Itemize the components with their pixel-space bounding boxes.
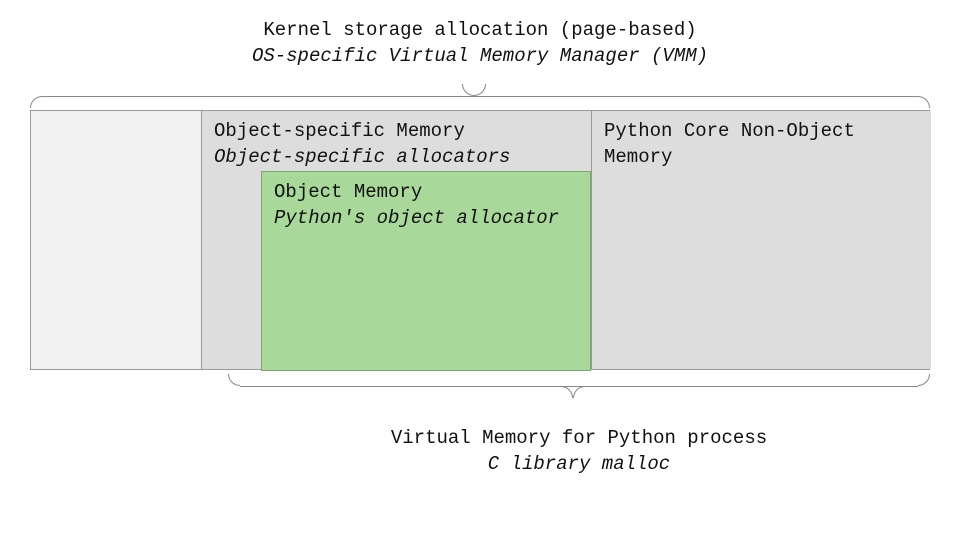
- bottom-label-group: Virtual Memory for Python process C libr…: [228, 426, 930, 477]
- object-specific-subtitle: Object-specific allocators: [214, 145, 579, 171]
- virtual-memory-title: Virtual Memory for Python process: [228, 426, 930, 452]
- core-non-object-memory-block: Python Core Non-Object Memory: [591, 111, 931, 369]
- object-specific-title: Object-specific Memory: [214, 119, 579, 145]
- memory-layout-container: Object-specific Memory Object-specific a…: [30, 110, 930, 370]
- kernel-allocation-title: Kernel storage allocation (page-based): [0, 18, 960, 44]
- malloc-subtitle: C library malloc: [228, 452, 930, 478]
- core-memory-title: Python Core Non-Object Memory: [604, 119, 919, 170]
- object-memory-subtitle: Python's object allocator: [274, 206, 578, 232]
- object-memory-block: Object Memory Python's object allocator: [261, 171, 591, 371]
- top-label-group: Kernel storage allocation (page-based) O…: [0, 18, 960, 69]
- memory-diagram: Kernel storage allocation (page-based) O…: [0, 0, 960, 540]
- unmanaged-memory-block: [31, 111, 201, 369]
- brace-top: [30, 80, 930, 98]
- vmm-subtitle: OS-specific Virtual Memory Manager (VMM): [0, 44, 960, 70]
- brace-bottom: [228, 386, 930, 404]
- object-memory-title: Object Memory: [274, 180, 578, 206]
